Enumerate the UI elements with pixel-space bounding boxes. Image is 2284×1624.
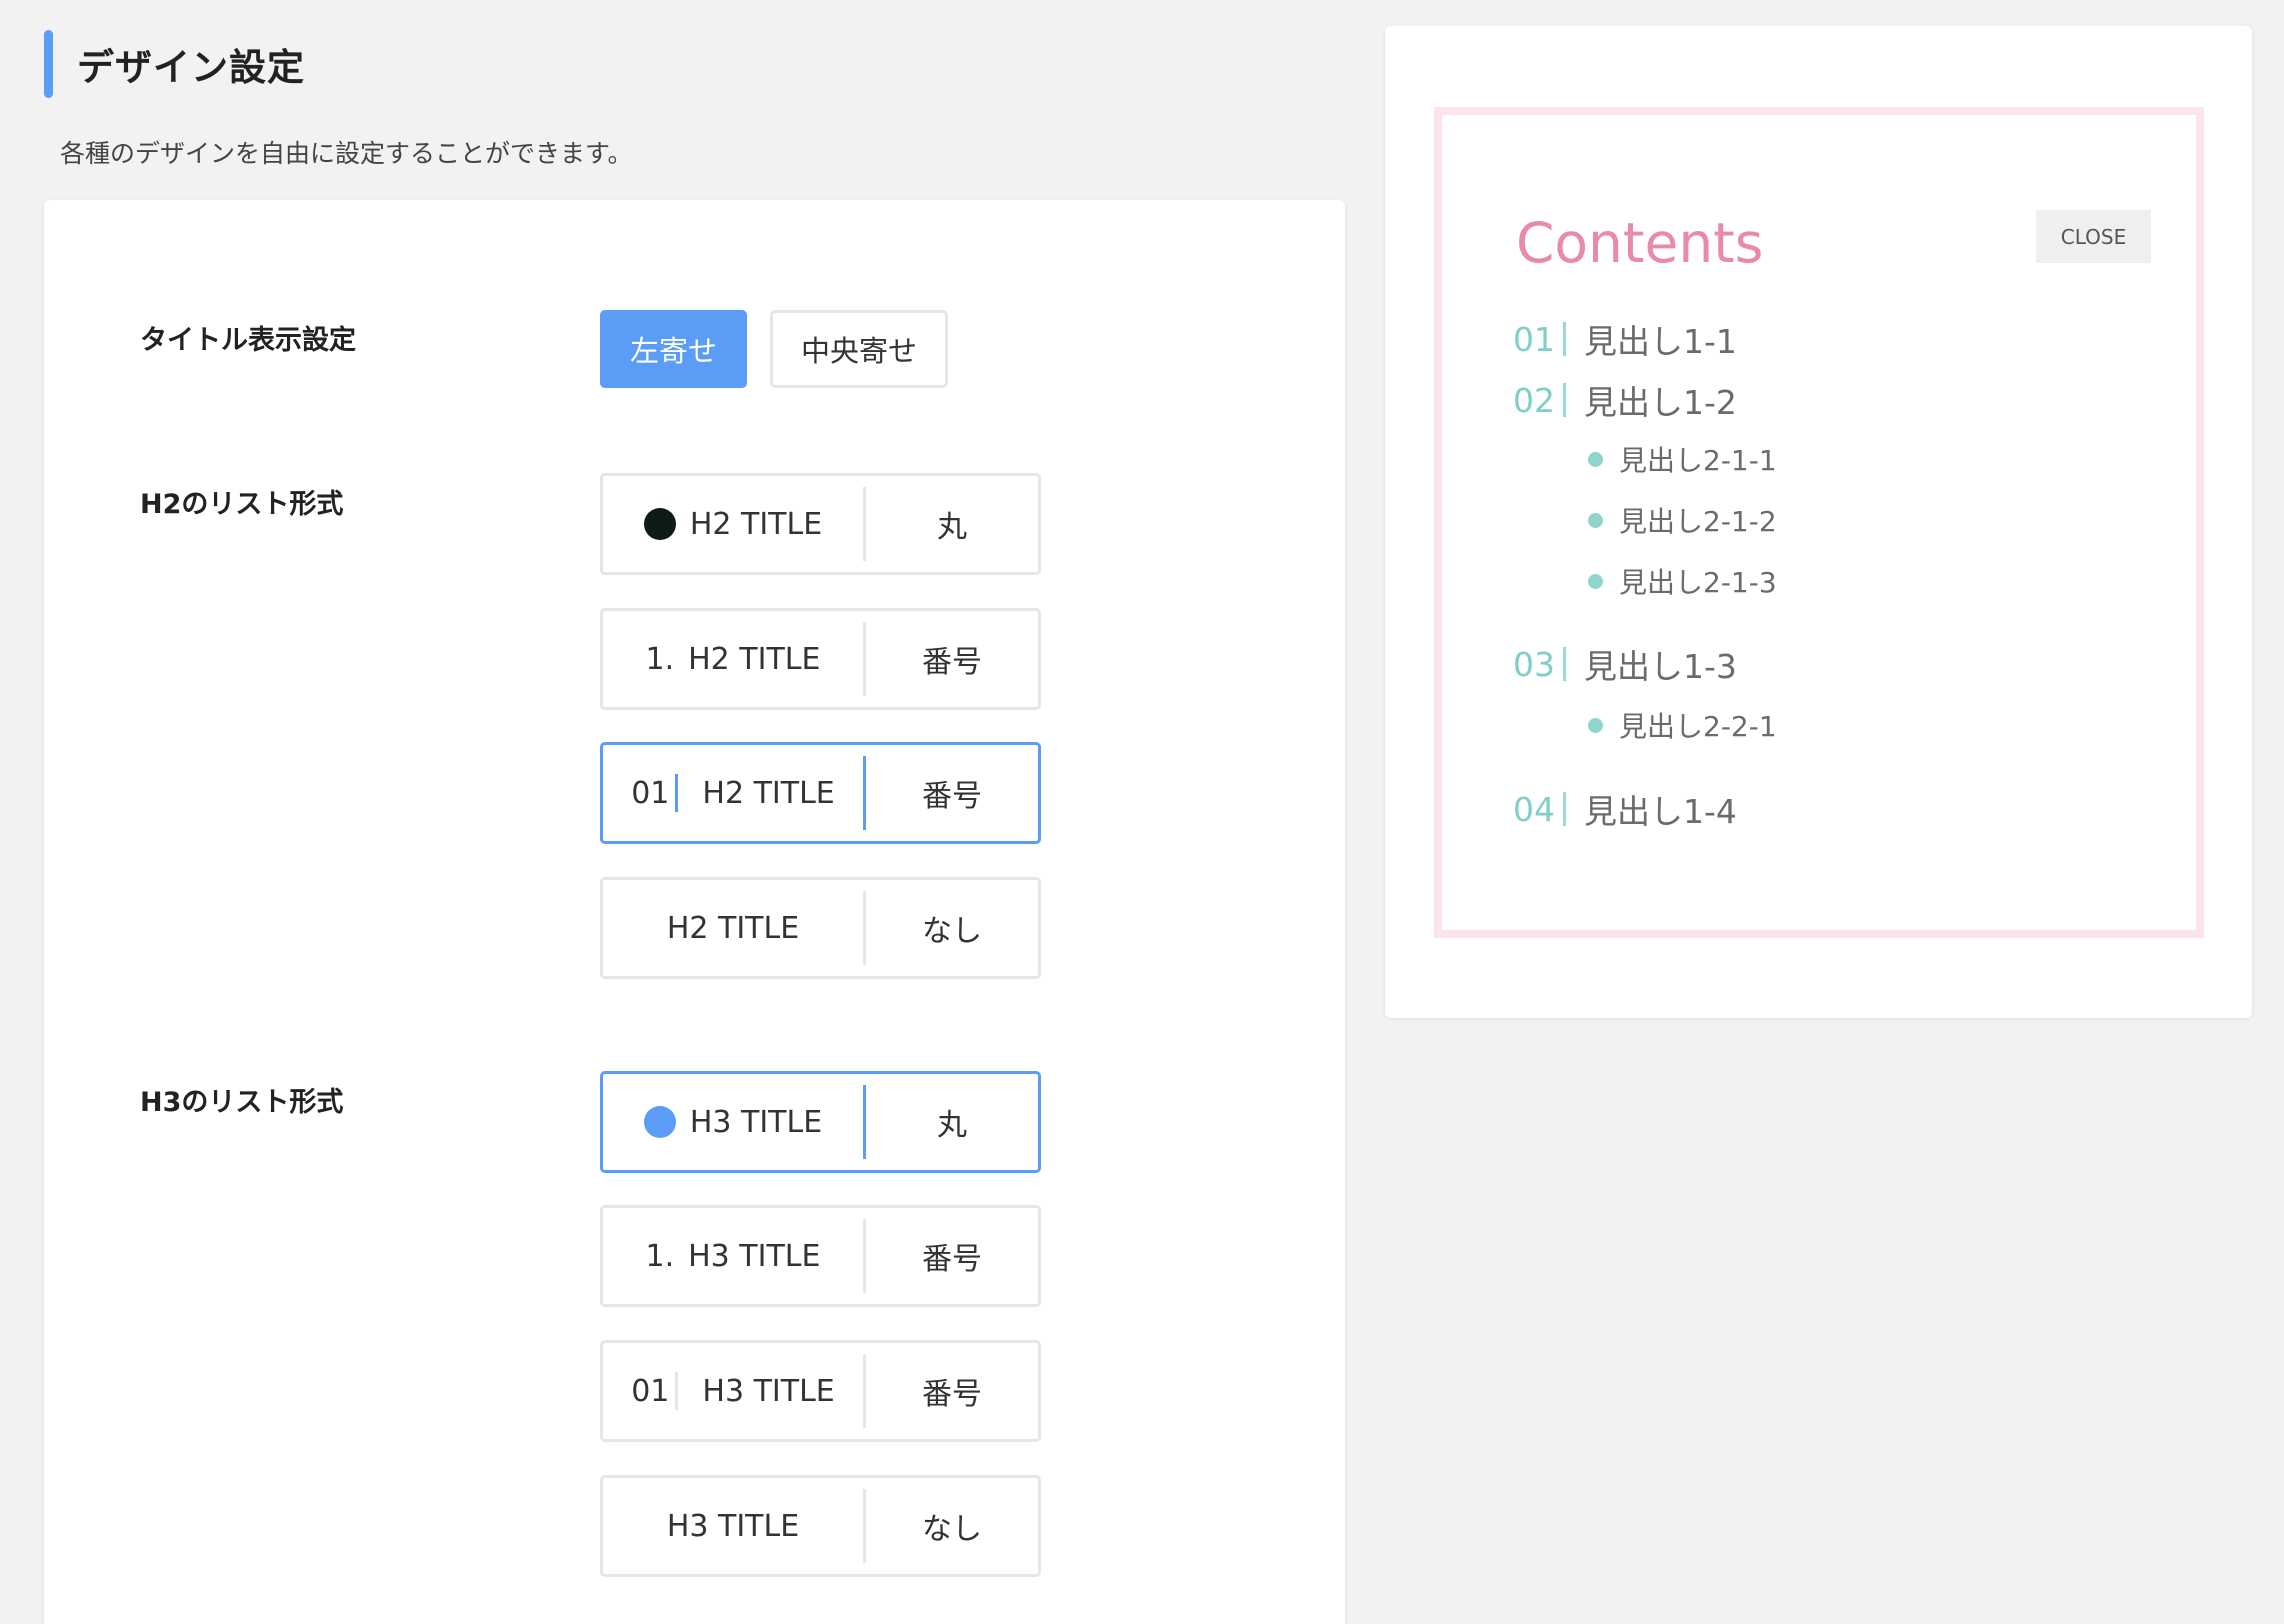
title-display-label: タイトル表示設定	[140, 325, 356, 356]
h2-option-prefix: 1.	[645, 641, 675, 677]
dot-icon	[1588, 573, 1603, 589]
toc-subitem-label: 見出し2-1-2	[1619, 505, 1777, 538]
toc-subitem[interactable]: 見出し2-2-1	[1588, 705, 1777, 745]
toc-separator	[1563, 647, 1566, 681]
toc-subitem-label: 見出し2-1-3	[1619, 566, 1777, 599]
h3-option-none[interactable]: H3 TITLE なし	[600, 1475, 1041, 1577]
settings-card: タイトル表示設定 左寄せ 中央寄せ H2のリスト形式 H2 TITLE 丸 1.…	[44, 200, 1345, 1624]
page-header: デザイン設定	[44, 30, 305, 98]
h2-option-title: H2 TITLE	[688, 641, 821, 677]
h2-option-none[interactable]: H2 TITLE なし	[600, 877, 1041, 979]
dot-icon	[1588, 717, 1603, 733]
toc-subitem[interactable]: 見出し2-1-2	[1588, 500, 1777, 540]
dot-icon	[643, 508, 676, 540]
toc-subitem[interactable]: 見出し2-1-1	[1588, 439, 1777, 479]
toc-separator	[1563, 322, 1566, 356]
toc-title: Contents	[1516, 211, 1764, 275]
h3-option-number-bar[interactable]: 01 H3 TITLE 番号	[600, 1340, 1041, 1442]
h2-option-prefix: 01	[631, 775, 670, 811]
h3-option-name: 番号	[922, 1377, 982, 1412]
page-title: デザイン設定	[77, 46, 305, 89]
toc-item-number: 01	[1513, 319, 1555, 359]
h3-option-dot[interactable]: H3 TITLE 丸	[600, 1071, 1041, 1173]
h3-option-number[interactable]: 1. H3 TITLE 番号	[600, 1205, 1041, 1307]
toc-item[interactable]: 04 見出し1-4	[1513, 785, 1737, 833]
h2-option-number-bar[interactable]: 01 H2 TITLE 番号	[600, 742, 1041, 844]
toc-item[interactable]: 02 見出し1-2	[1513, 376, 1737, 424]
toc-subitem-label: 見出し2-2-1	[1619, 710, 1777, 743]
h2-option-number[interactable]: 1. H2 TITLE 番号	[600, 608, 1041, 710]
h3-option-title: H3 TITLE	[689, 1104, 823, 1140]
h3-option-name: 丸	[937, 1108, 967, 1143]
h3-option-prefix: 1.	[645, 1238, 675, 1274]
bar-icon	[675, 774, 679, 812]
h3-list-label: H3のリスト形式	[140, 1087, 344, 1118]
h3-option-prefix: 01	[631, 1373, 670, 1409]
h3-option-title: H3 TITLE	[666, 1508, 800, 1544]
h2-option-title: H2 TITLE	[689, 506, 823, 542]
title-accent-bar	[44, 30, 53, 98]
preview-card: Contents	[1385, 26, 2252, 1018]
toc-item-label: 見出し1-4	[1584, 792, 1737, 831]
h2-option-name: 番号	[922, 645, 982, 680]
toc-item-number: 02	[1513, 380, 1555, 420]
h3-option-name: なし	[922, 1512, 982, 1547]
h2-option-name: 番号	[922, 779, 982, 814]
bar-icon	[675, 1372, 679, 1410]
toc-item-number: 04	[1513, 789, 1555, 829]
toc-subitem-label: 見出し2-1-1	[1619, 444, 1777, 477]
h2-option-title: H2 TITLE	[666, 910, 800, 946]
h2-option-title: H2 TITLE	[702, 775, 835, 811]
toc-item[interactable]: 01 見出し1-1	[1513, 315, 1737, 363]
toc-subitem[interactable]: 見出し2-1-3	[1588, 561, 1777, 601]
align-center-button[interactable]: 中央寄せ	[770, 310, 948, 388]
h2-option-name: なし	[922, 914, 982, 949]
toc-item-label: 見出し1-3	[1584, 647, 1737, 686]
toc-item[interactable]: 03 見出し1-3	[1513, 640, 1737, 688]
h2-option-name: 丸	[937, 510, 967, 545]
toc-separator	[1563, 383, 1566, 417]
toc-item-label: 見出し1-1	[1584, 322, 1737, 361]
toc-item-label: 見出し1-2	[1584, 383, 1737, 422]
page-description: 各種のデザインを自由に設定することができます。	[60, 139, 633, 168]
toc-separator	[1563, 792, 1566, 826]
align-left-button[interactable]: 左寄せ	[600, 310, 747, 388]
dot-icon	[1588, 512, 1603, 528]
close-button[interactable]: CLOSE	[2036, 210, 2151, 263]
h3-option-title: H3 TITLE	[702, 1373, 835, 1409]
h2-option-dot[interactable]: H2 TITLE 丸	[600, 473, 1041, 575]
h3-option-title: H3 TITLE	[688, 1238, 821, 1274]
dot-icon	[643, 1106, 676, 1138]
dot-icon	[1588, 451, 1603, 467]
toc-item-number: 03	[1513, 644, 1555, 684]
h2-list-label: H2のリスト形式	[140, 489, 344, 520]
h3-option-name: 番号	[922, 1242, 982, 1277]
